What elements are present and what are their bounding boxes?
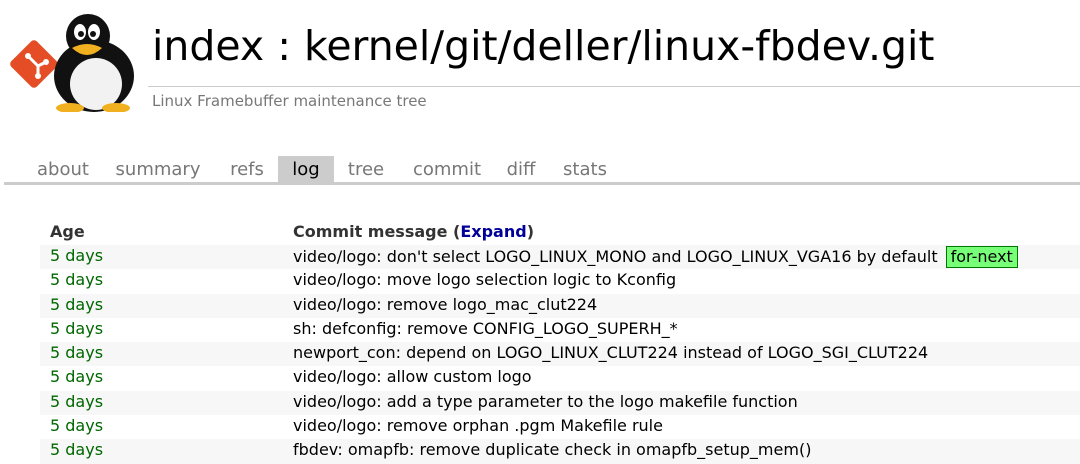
column-header-suffix: ) bbox=[526, 222, 534, 241]
commit-log-list: 5 days video/logo: don't select LOGO_LIN… bbox=[40, 245, 1080, 464]
commit-age: 5 days bbox=[50, 416, 104, 436]
commit-message[interactable]: video/logo: remove orphan .pgm Makefile … bbox=[293, 416, 663, 435]
tab-diff[interactable]: diff bbox=[496, 156, 546, 184]
tabs-divider bbox=[4, 182, 1080, 185]
column-header-commit-message: Commit message (Expand) bbox=[293, 222, 534, 241]
commit-row[interactable]: 5 days fbdev: omapfb: remove duplicate c… bbox=[40, 439, 1080, 464]
commit-row[interactable]: 5 days video/logo: remove orphan .pgm Ma… bbox=[40, 415, 1080, 439]
commit-age: 5 days bbox=[50, 294, 104, 314]
commit-row[interactable]: 5 days video/logo: don't select LOGO_LIN… bbox=[40, 245, 1080, 270]
repo-description: Linux Framebuffer maintenance tree bbox=[152, 92, 427, 110]
tab-about[interactable]: about bbox=[26, 156, 100, 184]
cgit-logo[interactable] bbox=[8, 12, 138, 113]
tab-tree[interactable]: tree bbox=[334, 156, 398, 184]
commit-age: 5 days bbox=[50, 270, 104, 290]
commit-message[interactable]: video/logo: move logo selection logic to… bbox=[293, 270, 676, 289]
commit-age: 5 days bbox=[50, 343, 104, 363]
title-divider bbox=[148, 86, 1080, 87]
commit-age: 5 days bbox=[50, 367, 104, 387]
commit-message[interactable]: video/logo: don't select LOGO_LINUX_MONO… bbox=[293, 247, 938, 266]
column-header-prefix: Commit message ( bbox=[293, 222, 461, 241]
expand-link[interactable]: Expand bbox=[460, 222, 526, 241]
commit-row[interactable]: 5 days video/logo: remove logo_mac_clut2… bbox=[40, 293, 1080, 318]
commit-message[interactable]: newport_con: depend on LOGO_LINUX_CLUT22… bbox=[293, 343, 928, 362]
commit-message-wrap: video/logo: don't select LOGO_LINUX_MONO… bbox=[293, 246, 1018, 268]
tab-bar: about summary refs log tree commit diff … bbox=[26, 156, 624, 184]
tab-stats[interactable]: stats bbox=[546, 156, 624, 184]
commit-row[interactable]: 5 days newport_con: depend on LOGO_LINUX… bbox=[40, 342, 1080, 367]
commit-row[interactable]: 5 days sh: defconfig: remove CONFIG_LOGO… bbox=[40, 318, 1080, 342]
column-header-age: Age bbox=[50, 222, 85, 241]
commit-message[interactable]: video/logo: remove logo_mac_clut224 bbox=[293, 295, 597, 314]
commit-message[interactable]: video/logo: allow custom logo bbox=[293, 367, 532, 386]
commit-row[interactable]: 5 days video/logo: add a type parameter … bbox=[40, 390, 1080, 416]
branch-badge[interactable]: for-next bbox=[945, 246, 1018, 268]
commit-row[interactable]: 5 days video/logo: allow custom logo bbox=[40, 366, 1080, 390]
commit-age: 5 days bbox=[50, 391, 104, 411]
commit-age: 5 days bbox=[50, 246, 104, 265]
commit-message[interactable]: video/logo: add a type parameter to the … bbox=[293, 392, 798, 411]
page-title[interactable]: index : kernel/git/deller/linux-fbdev.gi… bbox=[152, 22, 934, 70]
commit-message[interactable]: sh: defconfig: remove CONFIG_LOGO_SUPERH… bbox=[293, 319, 678, 338]
git-tux-logo-icon bbox=[10, 14, 134, 113]
tab-log[interactable]: log bbox=[278, 156, 334, 184]
tab-commit[interactable]: commit bbox=[398, 156, 496, 184]
tab-summary[interactable]: summary bbox=[100, 156, 216, 184]
commit-age: 5 days bbox=[50, 318, 104, 338]
tab-refs[interactable]: refs bbox=[216, 156, 278, 184]
commit-row[interactable]: 5 days video/logo: move logo selection l… bbox=[40, 269, 1080, 293]
